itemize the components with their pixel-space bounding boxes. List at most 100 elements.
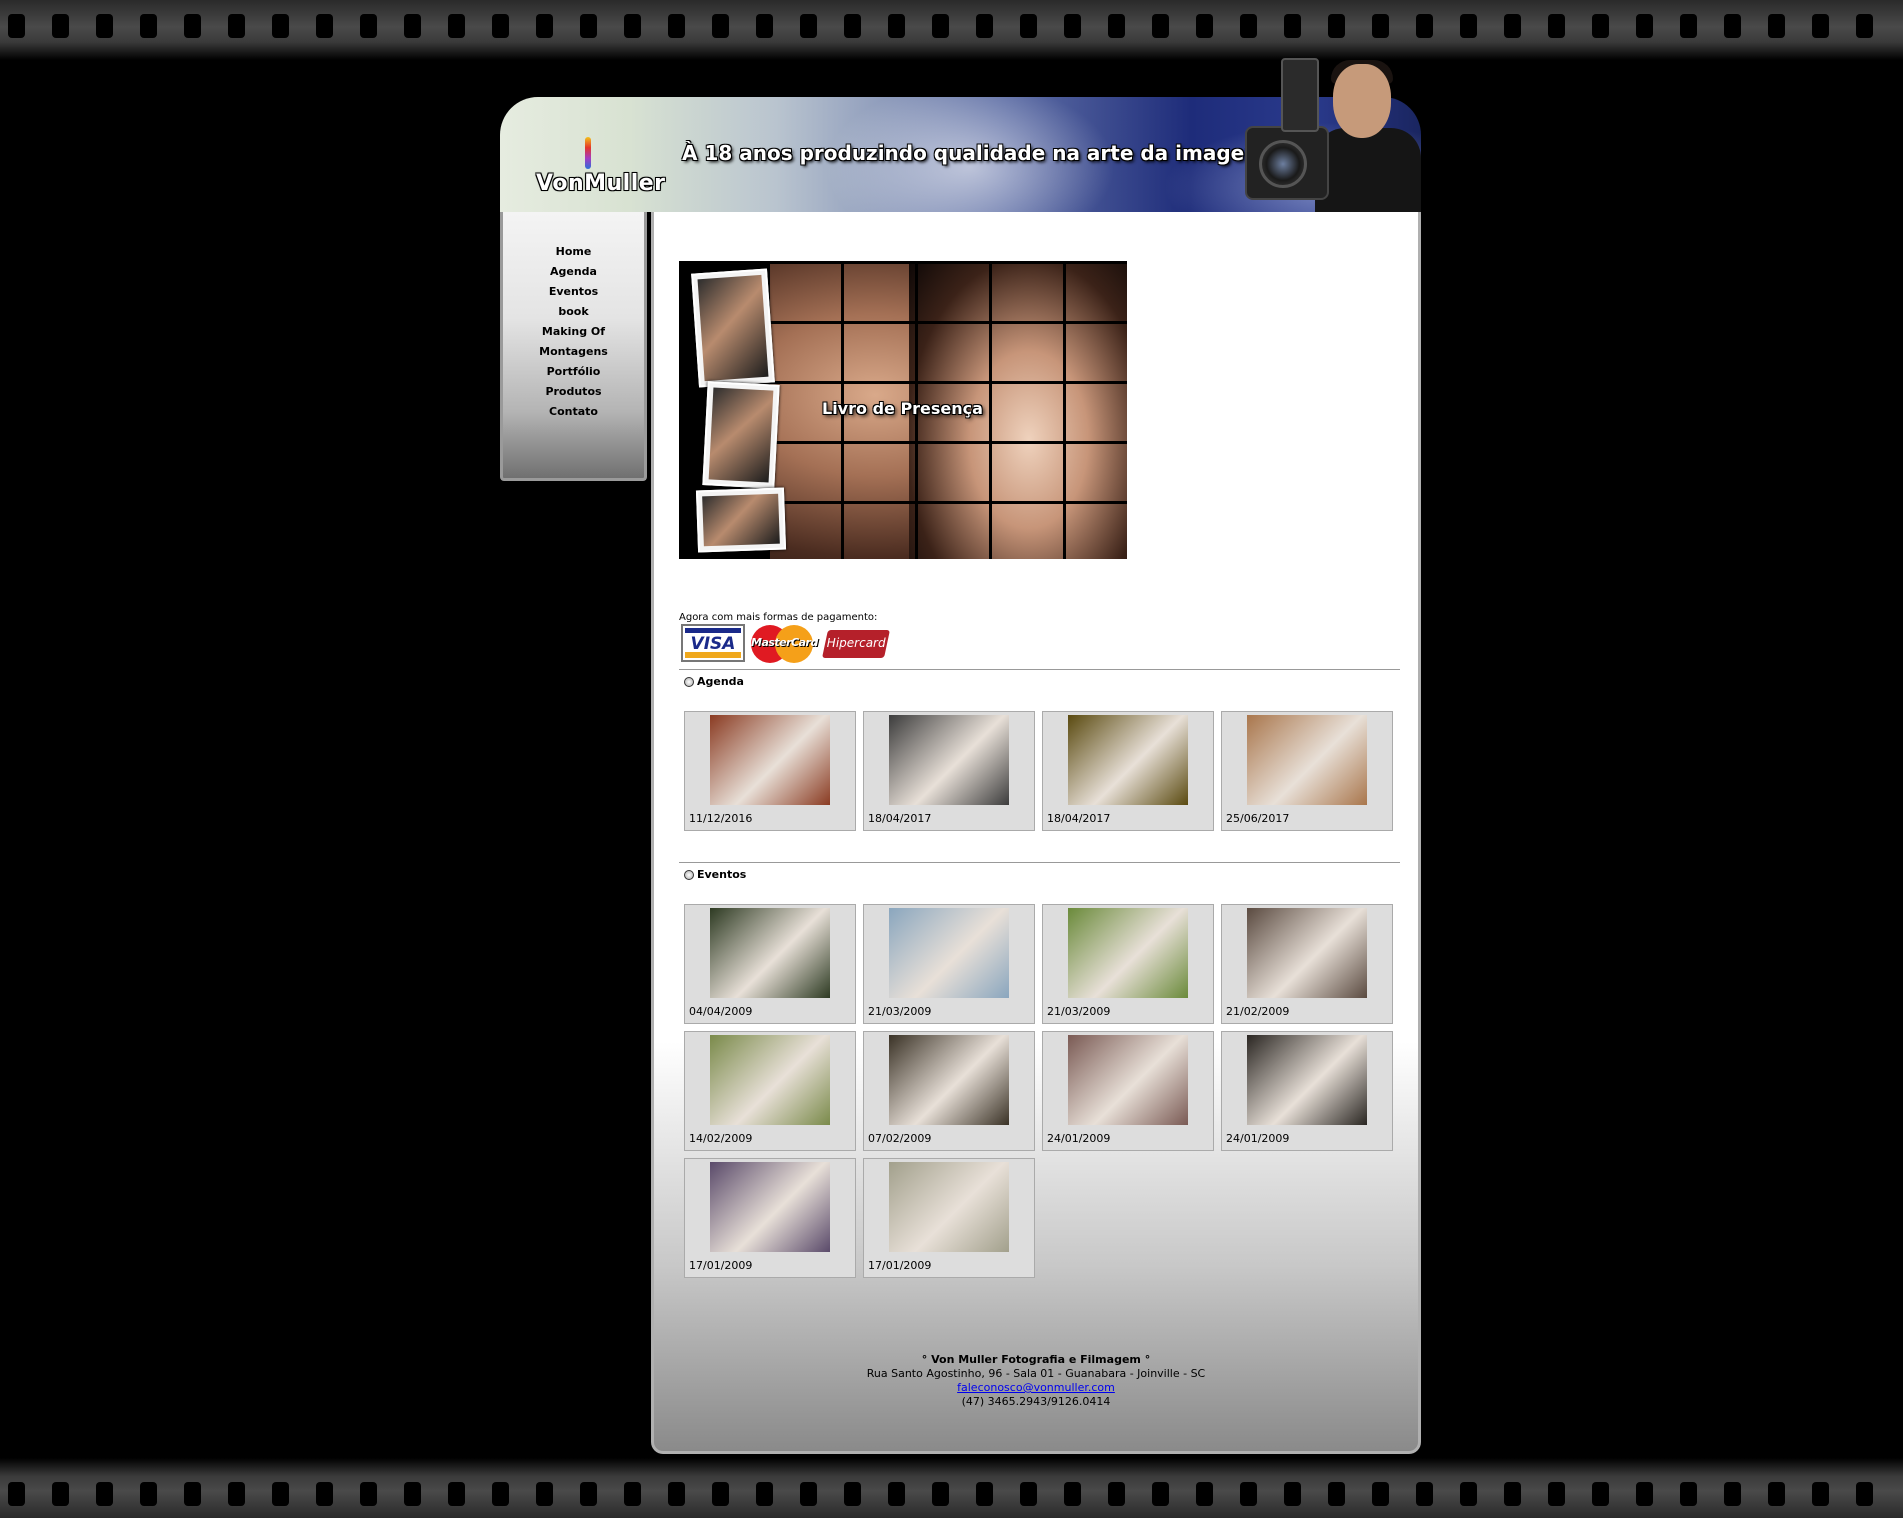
gallery-tile[interactable]: 17/01/2009 <box>684 1158 856 1278</box>
film-hole <box>1768 1482 1785 1506</box>
promo-banner[interactable]: Livro de Presença <box>679 261 1127 559</box>
gallery-date: 17/01/2009 <box>868 1259 932 1272</box>
nav-item-eventos[interactable]: Eventos <box>503 282 644 302</box>
gallery-tile[interactable]: 21/03/2009 <box>1042 904 1214 1024</box>
film-hole <box>272 14 289 38</box>
nav-item-produtos[interactable]: Produtos <box>503 382 644 402</box>
film-hole <box>756 1482 773 1506</box>
footer-company-name: ° Von Muller Fotografia e Filmagem ° <box>921 1353 1151 1366</box>
film-hole <box>184 14 201 38</box>
site-logo[interactable]: VonMuller <box>536 171 666 196</box>
film-hole <box>404 1482 421 1506</box>
nav-item-home[interactable]: Home <box>503 242 644 262</box>
gallery-thumbnail[interactable] <box>889 715 1009 805</box>
gallery-thumbnail[interactable] <box>1068 715 1188 805</box>
film-hole <box>932 1482 949 1506</box>
nav-item-book[interactable]: book <box>503 302 644 322</box>
film-hole <box>140 1482 157 1506</box>
film-hole <box>1284 14 1301 38</box>
film-hole <box>888 1482 905 1506</box>
film-hole <box>52 14 69 38</box>
film-hole <box>1460 14 1477 38</box>
gallery-tile[interactable]: 25/06/2017 <box>1221 711 1393 831</box>
film-hole <box>1372 1482 1389 1506</box>
gallery-tile[interactable]: 24/01/2009 <box>1042 1031 1214 1151</box>
gallery-tile[interactable]: 14/02/2009 <box>684 1031 856 1151</box>
gallery-thumbnail[interactable] <box>710 715 830 805</box>
film-hole <box>448 1482 465 1506</box>
gallery-thumbnail[interactable] <box>1068 908 1188 998</box>
nav-item-portfolio[interactable]: Portfólio <box>503 362 644 382</box>
film-hole <box>800 1482 817 1506</box>
section-title-agenda[interactable]: Agenda <box>684 675 744 688</box>
film-hole <box>1372 14 1389 38</box>
film-hole <box>1152 14 1169 38</box>
footer-email-link[interactable]: faleconosco@vonmuller.com <box>957 1381 1115 1394</box>
gallery-tile[interactable]: 04/04/2009 <box>684 904 856 1024</box>
gallery-tile[interactable]: 21/03/2009 <box>863 904 1035 1024</box>
nav-item-making-of[interactable]: Making Of <box>503 322 644 342</box>
gallery-date: 18/04/2017 <box>868 812 932 825</box>
gallery-thumbnail[interactable] <box>710 1162 830 1252</box>
film-hole <box>492 1482 509 1506</box>
film-hole <box>184 1482 201 1506</box>
gallery-thumbnail[interactable] <box>710 908 830 998</box>
gallery-tile[interactable]: 18/04/2017 <box>1042 711 1214 831</box>
logo-icon <box>585 137 591 169</box>
footer-address: Rua Santo Agostinho, 96 - Sala 01 - Guan… <box>866 1367 1206 1380</box>
film-hole <box>1328 14 1345 38</box>
gallery-date: 24/01/2009 <box>1226 1132 1290 1145</box>
film-hole <box>536 1482 553 1506</box>
film-hole <box>580 1482 597 1506</box>
gallery-date: 21/03/2009 <box>1047 1005 1111 1018</box>
gallery-thumbnail[interactable] <box>1247 715 1367 805</box>
photographer-image <box>1245 58 1421 212</box>
gallery-date: 11/12/2016 <box>689 812 753 825</box>
gallery-thumbnail[interactable] <box>1247 908 1367 998</box>
film-hole <box>1636 1482 1653 1506</box>
gallery-date: 21/03/2009 <box>868 1005 932 1018</box>
film-hole <box>316 1482 333 1506</box>
film-hole <box>52 1482 69 1506</box>
gallery-thumbnail[interactable] <box>710 1035 830 1125</box>
banner-thumbnail <box>691 268 775 388</box>
film-hole <box>712 1482 729 1506</box>
film-hole <box>96 1482 113 1506</box>
gallery-thumbnail[interactable] <box>1247 1035 1367 1125</box>
gallery-thumbnail[interactable] <box>889 1035 1009 1125</box>
gallery-thumbnail[interactable] <box>889 1162 1009 1252</box>
film-hole <box>844 14 861 38</box>
gallery-date: 14/02/2009 <box>689 1132 753 1145</box>
film-hole <box>8 14 25 38</box>
sidebar-nav: Home Agenda Eventos book Making Of Monta… <box>500 212 647 481</box>
gallery-thumbnail[interactable] <box>1068 1035 1188 1125</box>
film-hole <box>1196 1482 1213 1506</box>
gallery-tile[interactable]: 18/04/2017 <box>863 711 1035 831</box>
film-hole <box>8 1482 25 1506</box>
film-hole <box>624 14 641 38</box>
gallery-thumbnail[interactable] <box>889 908 1009 998</box>
main-content: Livro de Presença Agora com mais formas … <box>651 212 1421 1454</box>
collapse-icon[interactable] <box>684 870 694 880</box>
film-hole <box>1240 1482 1257 1506</box>
nav-item-agenda[interactable]: Agenda <box>503 262 644 282</box>
nav-item-contato[interactable]: Contato <box>503 402 644 422</box>
collapse-icon[interactable] <box>684 677 694 687</box>
nav-item-montagens[interactable]: Montagens <box>503 342 644 362</box>
film-hole <box>1548 1482 1565 1506</box>
film-hole <box>800 14 817 38</box>
film-hole <box>360 1482 377 1506</box>
gallery-tile[interactable]: 07/02/2009 <box>863 1031 1035 1151</box>
film-hole <box>404 14 421 38</box>
gallery-tile[interactable]: 17/01/2009 <box>863 1158 1035 1278</box>
gallery-tile[interactable]: 21/02/2009 <box>1221 904 1393 1024</box>
film-hole <box>316 14 333 38</box>
film-hole <box>1020 14 1037 38</box>
gallery-tile[interactable]: 24/01/2009 <box>1221 1031 1393 1151</box>
film-hole <box>1592 14 1609 38</box>
film-hole <box>1680 14 1697 38</box>
gallery-tile[interactable]: 11/12/2016 <box>684 711 856 831</box>
film-hole <box>1196 14 1213 38</box>
film-strip-top <box>0 0 1903 60</box>
section-title-eventos[interactable]: Eventos <box>684 868 746 881</box>
